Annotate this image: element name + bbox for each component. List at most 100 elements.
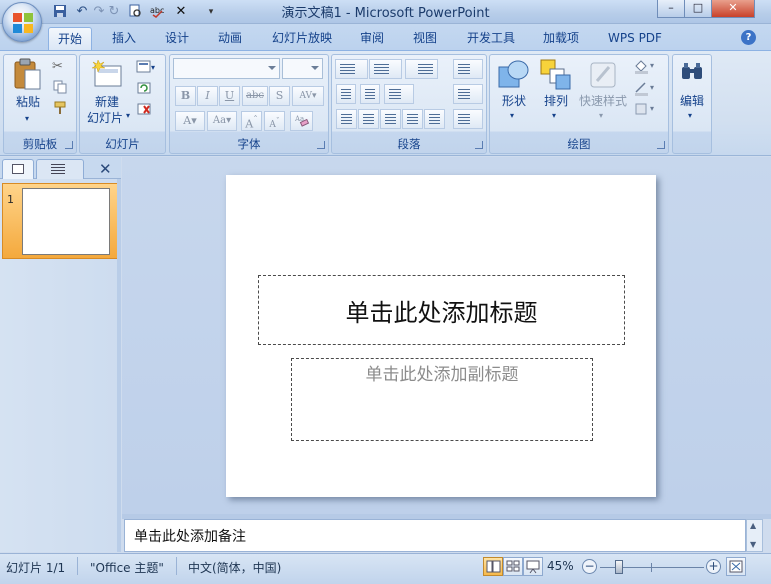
- arrange-label: 排列: [543, 94, 568, 108]
- office-button[interactable]: [2, 2, 42, 42]
- new-slide-button[interactable]: 新建 幻灯片 ▾: [84, 58, 132, 128]
- italic-button[interactable]: I: [197, 86, 218, 106]
- bullets-button[interactable]: [335, 59, 368, 79]
- maximize-button[interactable]: □: [684, 0, 712, 18]
- zoom-level[interactable]: 45%: [547, 559, 574, 573]
- normal-view-button[interactable]: [483, 557, 503, 576]
- cut-icon[interactable]: ✂: [52, 59, 68, 75]
- close-icon[interactable]: ✕: [173, 4, 189, 20]
- close-button[interactable]: ✕: [711, 0, 755, 18]
- zoom-out-button[interactable]: −: [582, 559, 597, 574]
- tab-home[interactable]: 开始: [48, 27, 92, 50]
- tab-view[interactable]: 视图: [403, 27, 447, 50]
- clear-formatting-button[interactable]: Aa: [290, 111, 313, 131]
- font-dialog-launcher-icon[interactable]: [317, 141, 325, 149]
- spelling-icon[interactable]: abc: [150, 4, 166, 20]
- slides-group-label: 幻灯片: [105, 137, 140, 151]
- paste-button[interactable]: 粘贴 ▾: [11, 58, 45, 123]
- close-pane-icon[interactable]: ✕: [99, 160, 112, 178]
- arrange-dropdown-icon: ▾: [552, 111, 557, 120]
- arrange-button[interactable]: 排列 ▾: [537, 57, 575, 127]
- justify-button[interactable]: [402, 109, 423, 129]
- tab-review[interactable]: 审阅: [350, 27, 394, 50]
- align-center-button[interactable]: [358, 109, 379, 129]
- text-direction-button[interactable]: [453, 59, 483, 79]
- tab-slideshow[interactable]: 幻灯片放映: [262, 27, 342, 50]
- dialog-launcher-icon[interactable]: [65, 141, 73, 149]
- language-status[interactable]: 中文(简体，中国): [188, 559, 281, 576]
- refresh-icon[interactable]: ↻: [106, 4, 122, 20]
- scroll-down-icon[interactable]: ▼: [750, 540, 756, 549]
- grow-font-button[interactable]: Aˆ: [241, 111, 262, 131]
- align-right-button[interactable]: [380, 109, 401, 129]
- zoom-slider-thumb[interactable]: [615, 560, 623, 574]
- normal-view-icon: [486, 560, 501, 573]
- increase-indent-button[interactable]: [360, 84, 380, 104]
- change-case-button[interactable]: Aa▾: [207, 111, 237, 131]
- decrease-indent-button[interactable]: [336, 84, 356, 104]
- slide-thumbnail[interactable]: [22, 188, 110, 255]
- drawing-dialog-launcher-icon[interactable]: [657, 141, 665, 149]
- align-text-button[interactable]: [453, 84, 483, 104]
- shape-effects-icon[interactable]: ▾: [633, 101, 654, 117]
- line-spacing-button[interactable]: [405, 59, 438, 79]
- slideshow-button[interactable]: [523, 557, 543, 576]
- new-slide-label-2: 幻灯片: [86, 111, 123, 125]
- paragraph-dialog-launcher-icon[interactable]: [475, 141, 483, 149]
- svg-text:abc: abc: [150, 6, 164, 15]
- quick-styles-dropdown-icon: ▾: [599, 111, 604, 120]
- print-preview-icon[interactable]: [127, 4, 143, 20]
- smartart-button[interactable]: [453, 109, 483, 129]
- editing-button[interactable]: 编辑 ▾: [674, 57, 710, 127]
- font-size-dropdown[interactable]: [282, 58, 323, 79]
- delete-slide-icon[interactable]: [136, 101, 152, 117]
- pane-splitter[interactable]: [117, 179, 121, 552]
- quick-styles-label: 快速样式: [578, 94, 627, 108]
- fit-to-window-button[interactable]: [726, 557, 746, 576]
- distributed-button[interactable]: [424, 109, 445, 129]
- tab-addins[interactable]: 加载项: [533, 27, 589, 50]
- tab-animation[interactable]: 动画: [208, 27, 252, 50]
- help-icon[interactable]: ?: [741, 30, 756, 45]
- svg-text:▾: ▾: [650, 61, 654, 70]
- underline-button[interactable]: U: [219, 86, 240, 106]
- customize-dropdown-icon[interactable]: ▾: [203, 4, 219, 20]
- tab-outline[interactable]: [36, 159, 84, 179]
- tab-developer[interactable]: 开发工具: [458, 27, 524, 50]
- strikethrough-button[interactable]: abc: [242, 86, 268, 106]
- bold-button[interactable]: B: [175, 86, 196, 106]
- shrink-font-button[interactable]: Aˇ: [264, 111, 285, 131]
- columns-button[interactable]: [384, 84, 414, 104]
- font-color-button[interactable]: A▾: [175, 111, 205, 131]
- binoculars-icon: [682, 63, 702, 79]
- align-left-button[interactable]: [336, 109, 357, 129]
- zoom-in-button[interactable]: +: [706, 559, 721, 574]
- tab-insert[interactable]: 插入: [102, 27, 146, 50]
- numbering-button[interactable]: [369, 59, 402, 79]
- paste-dropdown-icon: ▾: [25, 114, 30, 123]
- tab-slides-thumbnails[interactable]: [2, 159, 34, 179]
- redo-icon[interactable]: ↷: [91, 4, 107, 20]
- tab-design[interactable]: 设计: [155, 27, 199, 50]
- chevron-down-icon: [311, 66, 319, 70]
- paste-label: 粘贴: [15, 95, 40, 109]
- outline-icon: [51, 164, 65, 174]
- shapes-button[interactable]: 形状 ▾: [495, 57, 533, 127]
- quick-styles-button[interactable]: 快速样式 ▾: [577, 57, 629, 127]
- reset-slide-icon[interactable]: [136, 80, 152, 96]
- minimize-button[interactable]: –: [657, 0, 685, 18]
- format-painter-icon[interactable]: [52, 100, 68, 116]
- font-name-dropdown[interactable]: [173, 58, 280, 79]
- layout-icon[interactable]: ▾: [136, 59, 155, 75]
- undo-icon[interactable]: ↶: [74, 4, 90, 20]
- shape-outline-icon[interactable]: ▾: [633, 80, 654, 96]
- copy-icon[interactable]: [52, 79, 68, 95]
- notes-scrollbar[interactable]: ▲ ▼: [746, 519, 763, 552]
- shape-fill-icon[interactable]: ▾: [633, 58, 654, 74]
- shadow-button[interactable]: S: [269, 86, 290, 106]
- character-spacing-button[interactable]: AV▾: [292, 86, 324, 106]
- slide-sorter-button[interactable]: [503, 557, 523, 576]
- tab-wps-pdf[interactable]: WPS PDF: [599, 27, 671, 50]
- save-icon[interactable]: [52, 4, 68, 20]
- scroll-up-icon[interactable]: ▲: [750, 521, 756, 530]
